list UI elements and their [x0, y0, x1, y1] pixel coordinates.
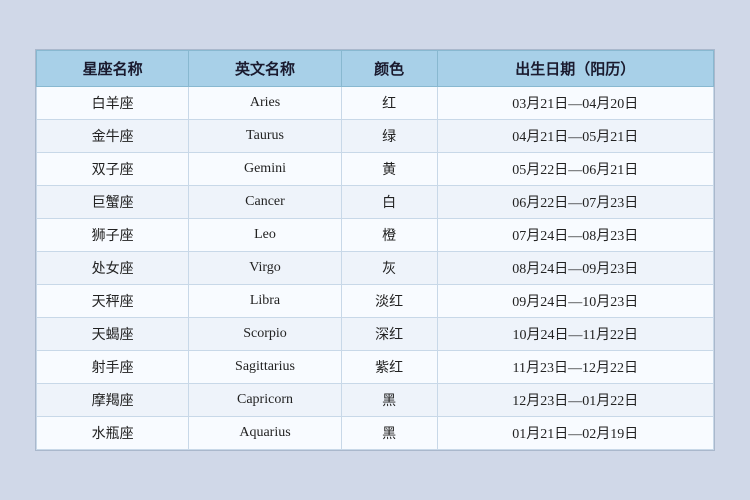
- cell-row4-col0: 狮子座: [37, 219, 189, 252]
- cell-row5-col0: 处女座: [37, 252, 189, 285]
- cell-row4-col3: 07月24日—08月23日: [437, 219, 713, 252]
- cell-row3-col2: 白: [341, 186, 437, 219]
- table-row: 天蝎座Scorpio深红10月24日—11月22日: [37, 318, 714, 351]
- cell-row10-col1: Aquarius: [189, 417, 341, 450]
- cell-row5-col1: Virgo: [189, 252, 341, 285]
- cell-row2-col0: 双子座: [37, 153, 189, 186]
- cell-row8-col2: 紫红: [341, 351, 437, 384]
- cell-row8-col3: 11月23日—12月22日: [437, 351, 713, 384]
- table-row: 巨蟹座Cancer白06月22日—07月23日: [37, 186, 714, 219]
- cell-row1-col1: Taurus: [189, 120, 341, 153]
- table-body: 白羊座Aries红03月21日—04月20日金牛座Taurus绿04月21日—0…: [37, 87, 714, 450]
- table-row: 金牛座Taurus绿04月21日—05月21日: [37, 120, 714, 153]
- cell-row2-col3: 05月22日—06月21日: [437, 153, 713, 186]
- cell-row1-col3: 04月21日—05月21日: [437, 120, 713, 153]
- cell-row10-col3: 01月21日—02月19日: [437, 417, 713, 450]
- header-chinese-name: 星座名称: [37, 51, 189, 87]
- table-row: 射手座Sagittarius紫红11月23日—12月22日: [37, 351, 714, 384]
- header-english-name: 英文名称: [189, 51, 341, 87]
- table-row: 白羊座Aries红03月21日—04月20日: [37, 87, 714, 120]
- cell-row6-col3: 09月24日—10月23日: [437, 285, 713, 318]
- cell-row0-col1: Aries: [189, 87, 341, 120]
- cell-row0-col2: 红: [341, 87, 437, 120]
- cell-row1-col2: 绿: [341, 120, 437, 153]
- cell-row9-col1: Capricorn: [189, 384, 341, 417]
- cell-row7-col1: Scorpio: [189, 318, 341, 351]
- cell-row6-col2: 淡红: [341, 285, 437, 318]
- cell-row3-col3: 06月22日—07月23日: [437, 186, 713, 219]
- table-row: 狮子座Leo橙07月24日—08月23日: [37, 219, 714, 252]
- cell-row3-col1: Cancer: [189, 186, 341, 219]
- table-header-row: 星座名称 英文名称 颜色 出生日期（阳历）: [37, 51, 714, 87]
- cell-row9-col2: 黑: [341, 384, 437, 417]
- table-row: 天秤座Libra淡红09月24日—10月23日: [37, 285, 714, 318]
- cell-row5-col2: 灰: [341, 252, 437, 285]
- header-birth-date: 出生日期（阳历）: [437, 51, 713, 87]
- zodiac-table-container: 星座名称 英文名称 颜色 出生日期（阳历） 白羊座Aries红03月21日—04…: [35, 49, 715, 451]
- cell-row7-col0: 天蝎座: [37, 318, 189, 351]
- table-row: 摩羯座Capricorn黑12月23日—01月22日: [37, 384, 714, 417]
- cell-row8-col1: Sagittarius: [189, 351, 341, 384]
- cell-row4-col2: 橙: [341, 219, 437, 252]
- cell-row2-col2: 黄: [341, 153, 437, 186]
- header-color: 颜色: [341, 51, 437, 87]
- cell-row5-col3: 08月24日—09月23日: [437, 252, 713, 285]
- cell-row10-col0: 水瓶座: [37, 417, 189, 450]
- cell-row6-col1: Libra: [189, 285, 341, 318]
- cell-row0-col3: 03月21日—04月20日: [437, 87, 713, 120]
- cell-row8-col0: 射手座: [37, 351, 189, 384]
- cell-row9-col0: 摩羯座: [37, 384, 189, 417]
- cell-row4-col1: Leo: [189, 219, 341, 252]
- cell-row7-col3: 10月24日—11月22日: [437, 318, 713, 351]
- cell-row2-col1: Gemini: [189, 153, 341, 186]
- cell-row6-col0: 天秤座: [37, 285, 189, 318]
- table-row: 处女座Virgo灰08月24日—09月23日: [37, 252, 714, 285]
- cell-row9-col3: 12月23日—01月22日: [437, 384, 713, 417]
- cell-row7-col2: 深红: [341, 318, 437, 351]
- table-row: 水瓶座Aquarius黑01月21日—02月19日: [37, 417, 714, 450]
- cell-row3-col0: 巨蟹座: [37, 186, 189, 219]
- cell-row10-col2: 黑: [341, 417, 437, 450]
- zodiac-table: 星座名称 英文名称 颜色 出生日期（阳历） 白羊座Aries红03月21日—04…: [36, 50, 714, 450]
- table-row: 双子座Gemini黄05月22日—06月21日: [37, 153, 714, 186]
- cell-row0-col0: 白羊座: [37, 87, 189, 120]
- cell-row1-col0: 金牛座: [37, 120, 189, 153]
